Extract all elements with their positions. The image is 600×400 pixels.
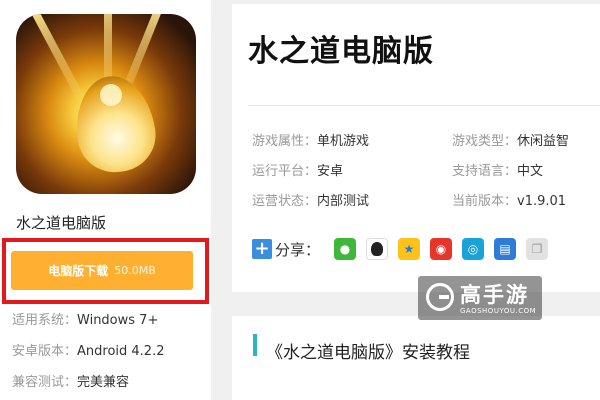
section-accent-bar <box>253 334 257 356</box>
attr-key: 游戏类型： <box>452 134 518 149</box>
watermark-brand: 高手游 <box>460 283 529 307</box>
qq-icon[interactable] <box>366 238 389 260</box>
share-plus-icon[interactable]: + <box>252 239 272 259</box>
attr-value: v1.9.01 <box>517 194 567 209</box>
meta-android: 安卓版本：Android 4.2.2 <box>12 340 165 359</box>
qzone-icon[interactable]: ★ <box>398 238 421 260</box>
wechat-icon[interactable]: ● <box>334 238 357 260</box>
attr-value: 中文 <box>517 164 544 179</box>
watermark: 高手游 GAOSHOUYOU.COM <box>418 276 542 320</box>
attr-key: 游戏属性： <box>252 134 318 149</box>
attr-language: 支持语言：中文 <box>452 160 543 179</box>
attr-game-property: 游戏属性：单机游戏 <box>252 130 369 149</box>
attr-value: 内部测试 <box>317 194 370 209</box>
attr-key: 支持语言： <box>452 164 518 179</box>
share-bar: + 分享： ● ★ ◉ ◎ ▤ ❐ <box>252 238 558 260</box>
meta-compat-key: 兼容测试： <box>12 375 78 390</box>
attr-game-type: 游戏类型：休闲益智 <box>452 130 569 149</box>
attr-value: 单机游戏 <box>317 134 370 149</box>
divider <box>248 105 600 106</box>
meta-os-value: Windows 7+ <box>77 313 159 328</box>
attr-value: 休闲益智 <box>517 134 570 149</box>
attr-value: 安卓 <box>317 164 344 179</box>
meta-os: 适用系统：Windows 7+ <box>12 309 158 328</box>
download-button[interactable]: 电脑版下载 50.0MB <box>11 251 193 290</box>
attr-key: 运行平台： <box>252 164 318 179</box>
meta-compat: 兼容测试：完美兼容 <box>12 371 129 390</box>
print-icon[interactable]: ▤ <box>494 238 517 260</box>
app-title: 水之道电脑版 <box>16 214 107 232</box>
watermark-logo-icon <box>426 283 454 311</box>
share-label: 分享： <box>275 240 321 259</box>
attr-status: 运营状态：内部测试 <box>252 190 369 209</box>
meta-android-value: Android 4.2.2 <box>77 344 165 359</box>
section-title: 《水之道电脑版》安装教程 <box>266 343 470 363</box>
meta-os-key: 适用系统： <box>12 313 78 328</box>
attr-key: 运营状态： <box>252 194 318 209</box>
meta-android-key: 安卓版本： <box>12 344 78 359</box>
attr-key: 当前版本： <box>452 194 518 209</box>
weibo-icon[interactable]: ◉ <box>430 238 453 260</box>
attr-version: 当前版本：v1.9.01 <box>452 190 566 209</box>
tencent-weibo-icon[interactable]: ◎ <box>462 238 485 260</box>
download-size: 50.0MB <box>114 264 156 277</box>
game-app-icon <box>16 14 196 194</box>
attr-platform: 运行平台：安卓 <box>252 160 343 179</box>
download-button-label: 电脑版下载 <box>48 264 109 278</box>
watermark-domain: GAOSHOUYOU.COM <box>460 307 537 315</box>
page-title: 水之道电脑版 <box>248 34 434 69</box>
meta-compat-value: 完美兼容 <box>77 375 130 390</box>
copy-icon[interactable]: ❐ <box>526 238 549 260</box>
